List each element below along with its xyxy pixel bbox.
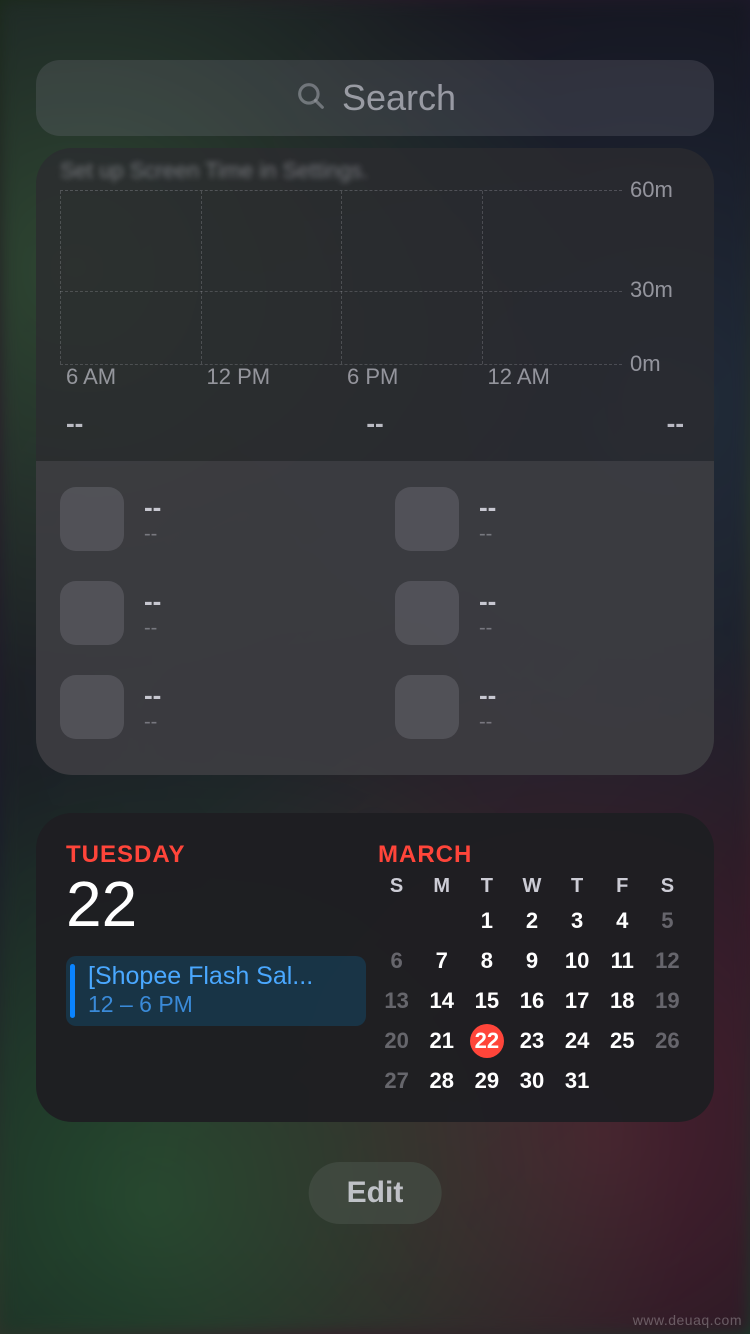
calendar-day-cell: 24	[555, 1024, 600, 1058]
calendar-day-cell: 9	[509, 944, 554, 978]
calendar-day-cell: 3	[555, 904, 600, 938]
app-icon	[60, 487, 124, 551]
calendar-dow: T	[555, 875, 600, 898]
calendar-dow: F	[600, 875, 645, 898]
calendar-day-cell	[374, 904, 419, 938]
search-placeholder: Search	[342, 77, 456, 119]
app-row: ----	[395, 675, 690, 739]
app-row: ----	[395, 581, 690, 645]
calendar-day-cell	[600, 1064, 645, 1098]
event-time: 12 – 6 PM	[88, 991, 356, 1018]
calendar-day-cell: 31	[555, 1064, 600, 1098]
app-icon	[395, 675, 459, 739]
calendar-day-cell: 10	[555, 944, 600, 978]
calendar-day-cell: 11	[600, 944, 645, 978]
screentime-hint: Set up Screen Time in Settings.	[60, 158, 690, 184]
event-title: [Shopee Flash Sal...	[88, 962, 356, 991]
y-label: 30m	[630, 277, 673, 303]
edit-button[interactable]: Edit	[309, 1162, 442, 1224]
calendar-day-cell	[419, 904, 464, 938]
watermark: www.deuaq.com	[633, 1312, 742, 1328]
calendar-day-cell	[645, 1064, 690, 1098]
calendar-dow: M	[419, 875, 464, 898]
calendar-day-cell: 5	[645, 904, 690, 938]
calendar-month: MARCH	[374, 841, 690, 869]
calendar-day-cell: 16	[509, 984, 554, 1018]
calendar-day-cell: 21	[419, 1024, 464, 1058]
calendar-day-cell: 29	[464, 1064, 509, 1098]
calendar-day-cell: 7	[419, 944, 464, 978]
calendar-day-cell: 4	[600, 904, 645, 938]
calendar-day-cell: 19	[645, 984, 690, 1018]
calendar-widget[interactable]: TUESDAY 22 [Shopee Flash Sal... 12 – 6 P…	[36, 813, 714, 1122]
calendar-day-cell: 17	[555, 984, 600, 1018]
app-row: ----	[60, 675, 355, 739]
calendar-day-cell: 2	[509, 904, 554, 938]
calendar-day-cell: 12	[645, 944, 690, 978]
calendar-day-cell: 13	[374, 984, 419, 1018]
app-row: ----	[60, 487, 355, 551]
calendar-day-cell: 1	[464, 904, 509, 938]
search-icon	[294, 79, 328, 118]
y-label: 60m	[630, 177, 673, 203]
app-row: ----	[395, 487, 690, 551]
calendar-dow: S	[374, 875, 419, 898]
calendar-day-cell: 25	[600, 1024, 645, 1058]
calendar-day-cell: 28	[419, 1064, 464, 1098]
calendar-grid: SMTWTFS123456789101112131415161718192021…	[374, 875, 690, 1098]
screentime-chart: 60m 30m 0m	[60, 190, 690, 390]
app-row: ----	[60, 581, 355, 645]
screentime-widget[interactable]: Set up Screen Time in Settings. 60m 30m …	[36, 148, 714, 775]
calendar-day-cell: 14	[419, 984, 464, 1018]
calendar-day-cell: 23	[509, 1024, 554, 1058]
screentime-app-list: ---- ---- ---- ---- ---- ----	[36, 461, 714, 775]
calendar-day-cell: 20	[374, 1024, 419, 1058]
app-icon	[60, 675, 124, 739]
calendar-day-cell: 26	[645, 1024, 690, 1058]
search-bar[interactable]: Search	[36, 60, 714, 136]
calendar-day-cell: 30	[509, 1064, 554, 1098]
calendar-event[interactable]: [Shopee Flash Sal... 12 – 6 PM	[66, 956, 366, 1026]
app-icon	[60, 581, 124, 645]
app-icon	[395, 581, 459, 645]
calendar-dow: T	[464, 875, 509, 898]
calendar-day-cell: 22	[464, 1024, 509, 1058]
calendar-day-name: TUESDAY	[66, 841, 366, 869]
screentime-summary: -- -- --	[60, 390, 690, 449]
calendar-dow: S	[645, 875, 690, 898]
calendar-day-cell: 27	[374, 1064, 419, 1098]
app-icon	[395, 487, 459, 551]
calendar-day-cell: 8	[464, 944, 509, 978]
calendar-dow: W	[509, 875, 554, 898]
calendar-day-cell: 6	[374, 944, 419, 978]
calendar-day-number: 22	[66, 871, 366, 938]
y-label: 0m	[630, 351, 661, 377]
calendar-day-cell: 18	[600, 984, 645, 1018]
calendar-day-cell: 15	[464, 984, 509, 1018]
